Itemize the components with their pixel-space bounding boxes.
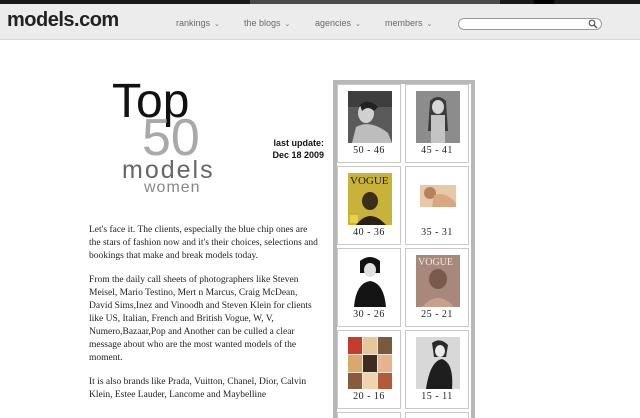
chevron-down-icon: ⌄	[426, 21, 433, 28]
article-paragraph: Let's face it. The clients, especially t…	[89, 225, 318, 261]
rank-cell-40-36[interactable]: VOGUE 40 - 36	[337, 166, 401, 245]
model-thumbnail[interactable]	[416, 173, 460, 225]
rank-cell-partial[interactable]	[337, 412, 401, 418]
nav-agencies[interactable]: agencies ⌄	[315, 18, 361, 28]
rank-range-label: 20 - 16	[353, 391, 385, 402]
heading-women: women	[144, 179, 201, 196]
nav-the-blogs-label: the blogs	[244, 18, 281, 28]
rank-range-label: 30 - 26	[353, 309, 385, 320]
rank-cell-35-31[interactable]: 35 - 31	[405, 166, 469, 245]
model-thumbnail[interactable]: VOGUE	[348, 173, 392, 225]
rank-cell-30-26[interactable]: 30 - 26	[337, 248, 401, 327]
last-update-date: Dec 18 2009	[272, 150, 324, 160]
rank-range-label: 45 - 41	[421, 145, 453, 156]
chevron-down-icon: ⌄	[355, 21, 361, 28]
rank-range-label: 25 - 21	[421, 309, 453, 320]
rank-range-label: 40 - 36	[353, 227, 385, 238]
nav-members[interactable]: members ⌄	[385, 18, 432, 28]
search-box	[458, 18, 602, 30]
model-thumbnail[interactable]	[416, 91, 460, 143]
article-paragraph: From the daily call sheets of photograph…	[89, 275, 312, 363]
model-thumbnail[interactable]	[348, 91, 392, 143]
nav-rankings-label: rankings	[176, 18, 211, 28]
nav-rankings[interactable]: rankings ⌄	[176, 18, 220, 28]
nav-the-blogs[interactable]: the blogs ⌄	[244, 18, 290, 28]
logo-text: models	[7, 9, 75, 31]
chevron-down-icon: ⌄	[214, 21, 220, 28]
logo-suffix: .com	[74, 9, 119, 31]
chevron-down-icon: ⌄	[284, 21, 291, 28]
article-paragraph: It is also brands like Prada, Vuitton, C…	[89, 377, 307, 400]
rank-cell-15-11[interactable]: 15 - 11	[405, 330, 469, 409]
svg-text:VOGUE: VOGUE	[350, 175, 389, 187]
nav-agencies-label: agencies	[315, 18, 352, 28]
model-thumbnail[interactable]	[348, 255, 392, 307]
rank-cell-partial[interactable]	[405, 412, 469, 418]
top-50-models-heading: Top 50 models women	[112, 78, 242, 203]
article-body: Let's face it. The clients, especially t…	[89, 224, 321, 413]
last-update: last update: Dec 18 2009	[252, 137, 324, 161]
rank-cell-20-16[interactable]: 20 - 16	[337, 330, 401, 409]
last-update-label: last update:	[273, 138, 324, 148]
ranking-grid-inner: 50 - 46 45 - 41 VOGUE 40 - 36 35 - 31 30…	[337, 84, 471, 418]
search-icon[interactable]	[588, 19, 598, 29]
svg-text:VOGUE: VOGUE	[418, 257, 453, 268]
rank-cell-50-46[interactable]: 50 - 46	[337, 84, 401, 163]
site-logo[interactable]: models.com	[7, 9, 119, 32]
rank-range-label: 15 - 11	[421, 391, 453, 402]
model-thumbnail[interactable]	[348, 337, 392, 389]
rank-range-label: 50 - 46	[353, 145, 385, 156]
rank-range-label: 35 - 31	[421, 227, 453, 238]
site-navbar: models.com rankings ⌄ the blogs ⌄ agencies…	[0, 4, 640, 40]
rank-cell-45-41[interactable]: 45 - 41	[405, 84, 469, 163]
nav-members-label: members	[385, 18, 423, 28]
rank-cell-25-21[interactable]: VOGUE 25 - 21	[405, 248, 469, 327]
search-input[interactable]	[465, 19, 585, 29]
ranking-grid: 50 - 46 45 - 41 VOGUE 40 - 36 35 - 31 30…	[333, 80, 475, 418]
model-thumbnail[interactable]	[416, 337, 460, 389]
model-thumbnail[interactable]: VOGUE	[416, 255, 460, 307]
